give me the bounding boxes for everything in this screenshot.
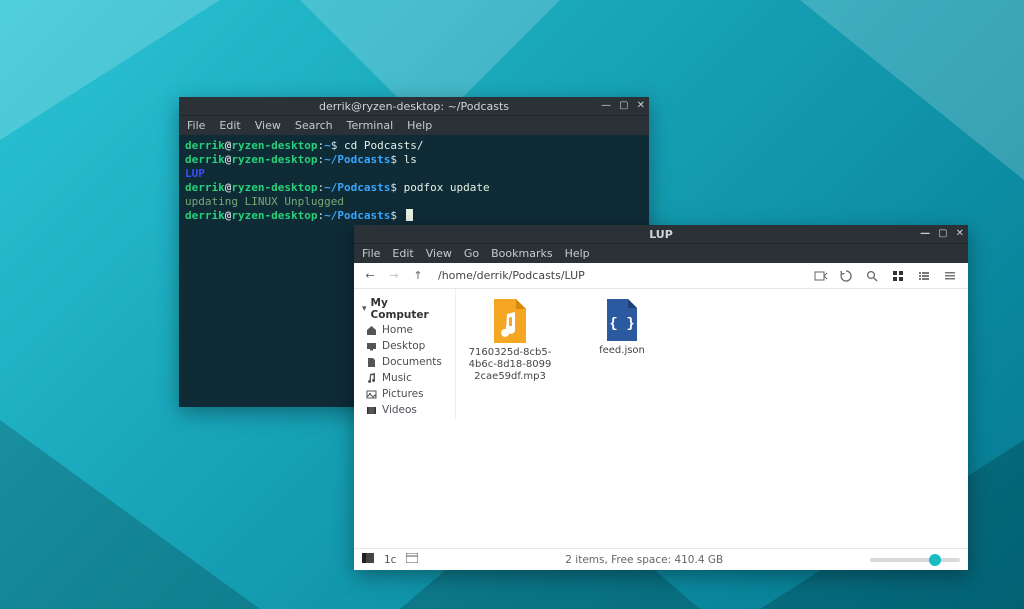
- sidebar-head-computer[interactable]: My Computer: [362, 297, 449, 321]
- terminal-title: derrik@ryzen-desktop: ~/Podcasts: [319, 100, 509, 113]
- minimize-icon[interactable]: —: [920, 229, 930, 239]
- file-label: 7160325d-8cb5-4b6c-8d18-80992cae59df.mp3: [468, 347, 552, 383]
- file-json[interactable]: { } feed.json: [580, 299, 664, 357]
- sidebar-item-videos[interactable]: Videos: [362, 403, 449, 417]
- menu-help[interactable]: Help: [407, 119, 432, 132]
- fm-sidebar: My Computer Home Desktop Documents Music…: [354, 289, 456, 419]
- cursor-icon: [406, 209, 413, 221]
- cmd-ls: ls: [397, 153, 417, 166]
- file-manager-window: LUP — ▢ ✕ File Edit View Go Bookmarks He…: [354, 225, 968, 570]
- maximize-icon[interactable]: ▢: [938, 229, 947, 239]
- maximize-icon[interactable]: ▢: [619, 101, 628, 111]
- minimize-icon[interactable]: —: [601, 101, 611, 111]
- menu-view[interactable]: View: [255, 119, 281, 132]
- menu-help[interactable]: Help: [565, 247, 590, 260]
- fm-statusbar: 1c 2 items, Free space: 410.4 GB: [354, 548, 968, 570]
- list-view-button[interactable]: [918, 270, 934, 282]
- up-button[interactable]: ↑: [410, 269, 426, 282]
- zoom-knob[interactable]: [929, 554, 941, 566]
- sidebar-item-pictures[interactable]: Pictures: [362, 387, 449, 401]
- json-file-icon: { }: [605, 299, 639, 341]
- footer-label[interactable]: 1c: [384, 554, 396, 566]
- menu-file[interactable]: File: [187, 119, 205, 132]
- sidebar-item-desktop[interactable]: Desktop: [362, 339, 449, 353]
- show-sidebar-button[interactable]: [362, 553, 374, 566]
- svg-text:{ }: { }: [609, 316, 634, 332]
- menu-terminal[interactable]: Terminal: [347, 119, 394, 132]
- update-message: updating LINUX Unplugged: [185, 195, 344, 208]
- ls-output: LUP: [185, 167, 205, 180]
- menu-bookmarks[interactable]: Bookmarks: [491, 247, 552, 260]
- cmd-podfox: podfox update: [397, 181, 490, 194]
- toggle-location-button[interactable]: [814, 270, 830, 282]
- menu-search[interactable]: Search: [295, 119, 333, 132]
- sidebar-item-music[interactable]: Music: [362, 371, 449, 385]
- close-icon[interactable]: ✕: [956, 229, 964, 239]
- close-icon[interactable]: ✕: [637, 101, 645, 111]
- cmd-cd: cd Podcasts/: [337, 139, 423, 152]
- audio-file-icon: [492, 299, 528, 343]
- menu-edit[interactable]: Edit: [392, 247, 413, 260]
- fm-toolbar: ← → ↑ /home/derrik/Podcasts/LUP: [354, 263, 968, 289]
- file-label: feed.json: [580, 345, 664, 357]
- sidebar-item-documents[interactable]: Documents: [362, 355, 449, 369]
- menu-go[interactable]: Go: [464, 247, 479, 260]
- fm-title: LUP: [649, 228, 673, 241]
- sidebar-item-home[interactable]: Home: [362, 323, 449, 337]
- refresh-button[interactable]: [840, 270, 856, 282]
- icon-view-button[interactable]: [892, 270, 908, 282]
- menu-view[interactable]: View: [426, 247, 452, 260]
- forward-button[interactable]: →: [386, 269, 402, 282]
- location-path[interactable]: /home/derrik/Podcasts/LUP: [434, 269, 806, 282]
- fm-titlebar[interactable]: LUP — ▢ ✕: [354, 225, 968, 243]
- menu-edit[interactable]: Edit: [219, 119, 240, 132]
- terminal-menubar: File Edit View Search Terminal Help: [179, 115, 649, 135]
- toggle-tree-button[interactable]: [406, 553, 418, 566]
- back-button[interactable]: ←: [362, 269, 378, 282]
- search-button[interactable]: [866, 270, 882, 282]
- file-mp3[interactable]: 7160325d-8cb5-4b6c-8d18-80992cae59df.mp3: [468, 299, 552, 383]
- zoom-slider[interactable]: [870, 558, 960, 562]
- prompt-user: derrik: [185, 139, 225, 152]
- file-view[interactable]: 7160325d-8cb5-4b6c-8d18-80992cae59df.mp3…: [456, 289, 968, 419]
- fm-menubar: File Edit View Go Bookmarks Help: [354, 243, 968, 263]
- status-text: 2 items, Free space: 410.4 GB: [430, 554, 858, 566]
- terminal-titlebar[interactable]: derrik@ryzen-desktop: ~/Podcasts — ▢ ✕: [179, 97, 649, 115]
- compact-view-button[interactable]: [944, 270, 960, 282]
- menu-file[interactable]: File: [362, 247, 380, 260]
